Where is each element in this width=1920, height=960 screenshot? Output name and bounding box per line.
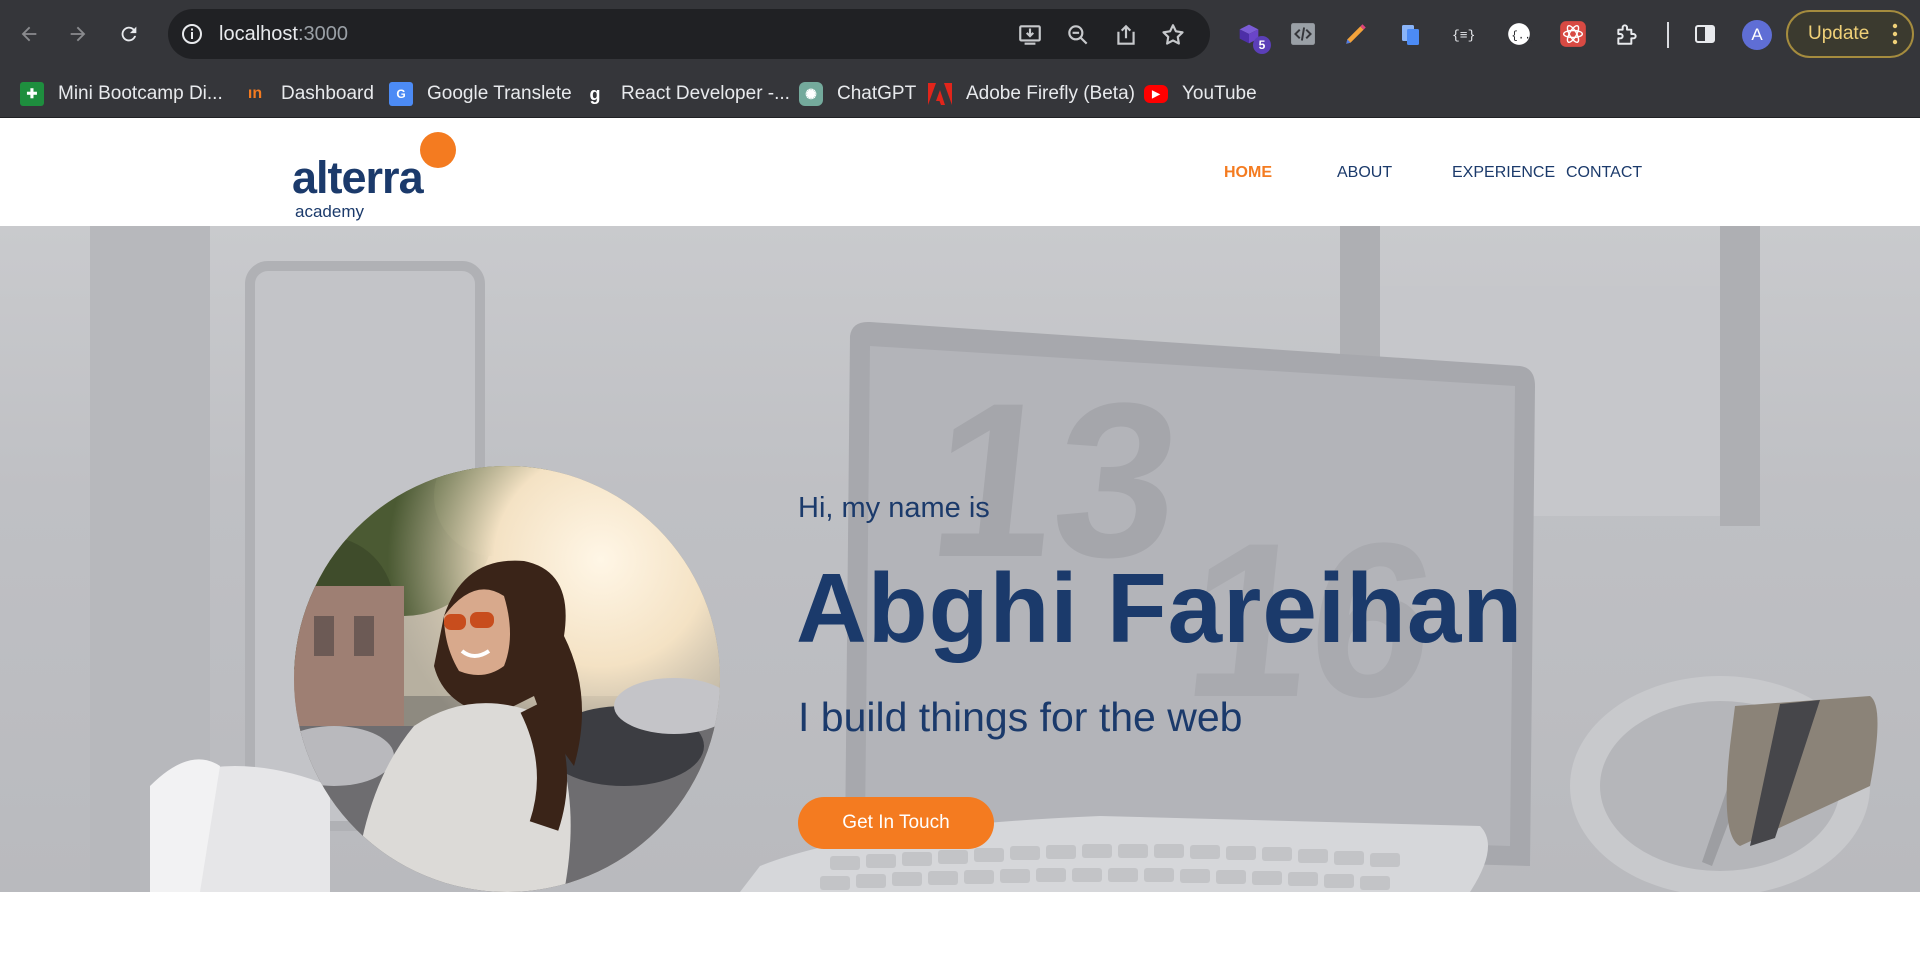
url-port: :3000 [297,23,348,45]
bookmark-item[interactable]: ✺ ChatGPT [799,79,916,109]
bookmarks-bar: ✚ Mini Bootcamp Di... ın Dashboard G Goo… [0,70,1920,118]
profile-photo [294,466,720,892]
hero-tagline: I build things for the web [798,694,1243,740]
nav-home[interactable]: HOME [1224,164,1272,182]
site-header: alterra academy HOME ABOUT EXPERIENCE CO… [0,118,1920,226]
extension-colorpicker-icon[interactable] [1341,19,1371,49]
more-vert-icon[interactable] [1892,22,1898,46]
back-button[interactable] [12,17,46,51]
bookmark-star-icon[interactable] [1160,22,1186,48]
extensions-puzzle-icon[interactable] [1612,19,1642,49]
extension-json-icon[interactable]: {≡} [1449,19,1479,49]
hero-section: 13 16 Hi, my name is Abghi Fareihan I bu… [0,226,1920,892]
chatgpt-icon: ✺ [799,82,823,106]
dashboard-icon: ın [247,85,263,102]
alterra-logo[interactable]: alterra academy [292,130,472,221]
address-bar[interactable]: localhost:3000 [168,9,1210,59]
bookmark-item[interactable]: ✚ Mini Bootcamp Di... [20,79,223,109]
get-in-touch-button[interactable]: Get In Touch [798,797,994,849]
zoom-out-icon[interactable] [1065,22,1091,48]
google-translate-icon: G [389,82,413,106]
extension-react-devtools-icon[interactable] [1558,19,1588,49]
reload-button[interactable] [112,17,146,51]
update-button[interactable]: Update [1786,10,1914,58]
nav-contact[interactable]: CONTACT [1566,164,1642,182]
bookmark-item[interactable]: G Google Translete [389,79,572,109]
next-section [0,892,1920,960]
side-panel-icon[interactable] [1690,19,1720,49]
bookmark-label: Mini Bootcamp Di... [58,83,223,104]
share-icon[interactable] [1113,22,1139,48]
extension-braces-icon[interactable]: {..} [1504,19,1534,49]
extension-clipboard-icon[interactable] [1396,19,1426,49]
install-app-icon[interactable] [1017,22,1043,48]
toolbar-separator [1667,22,1669,48]
browser-toolbar: localhost:3000 5 {≡} {..} A Update [0,0,1920,70]
reload-icon [121,26,137,42]
nav-about[interactable]: ABOUT [1337,164,1392,182]
logo-subtitle: academy [295,202,364,221]
bookmark-label: YouTube [1182,83,1257,104]
forward-button[interactable] [61,17,95,51]
google-sheets-icon: ✚ [20,82,44,106]
bookmark-item[interactable]: ▶ YouTube [1144,79,1257,109]
bookmark-label: ChatGPT [837,83,917,104]
svg-text:{..}: {..} [1511,30,1532,42]
svg-text:{≡}: {≡} [1452,28,1475,43]
update-label: Update [1808,23,1870,44]
extension-code-icon[interactable] [1288,19,1318,49]
bookmark-label: Dashboard [281,83,374,104]
bookmark-label: Adobe Firefly (Beta) [966,83,1135,104]
bookmark-label: React Developer -... [621,83,790,104]
bookmark-item[interactable]: g React Developer -... [583,79,790,109]
url-text: localhost:3000 [219,23,348,46]
bookmark-label: Google Translete [427,83,572,104]
url-host: localhost [219,23,298,45]
hero-name: Abghi Fareihan [796,553,1524,663]
logo-dot [420,132,456,168]
extension-badge: 5 [1253,36,1271,54]
bookmark-item[interactable]: Adobe Firefly (Beta) [928,79,1135,109]
info-icon[interactable] [180,22,204,46]
profile-avatar[interactable]: A [1742,20,1772,50]
youtube-icon: ▶ [1144,85,1168,103]
nav-experience[interactable]: EXPERIENCE [1452,164,1555,182]
react-developer-icon: g [589,83,601,104]
arrow-right-icon [70,26,86,42]
adobe-icon [928,82,952,106]
arrow-left-icon [21,26,37,42]
logo-word: alterra [292,152,424,203]
bookmark-item[interactable]: ın Dashboard [243,79,374,109]
hero-greeting: Hi, my name is [798,492,990,524]
